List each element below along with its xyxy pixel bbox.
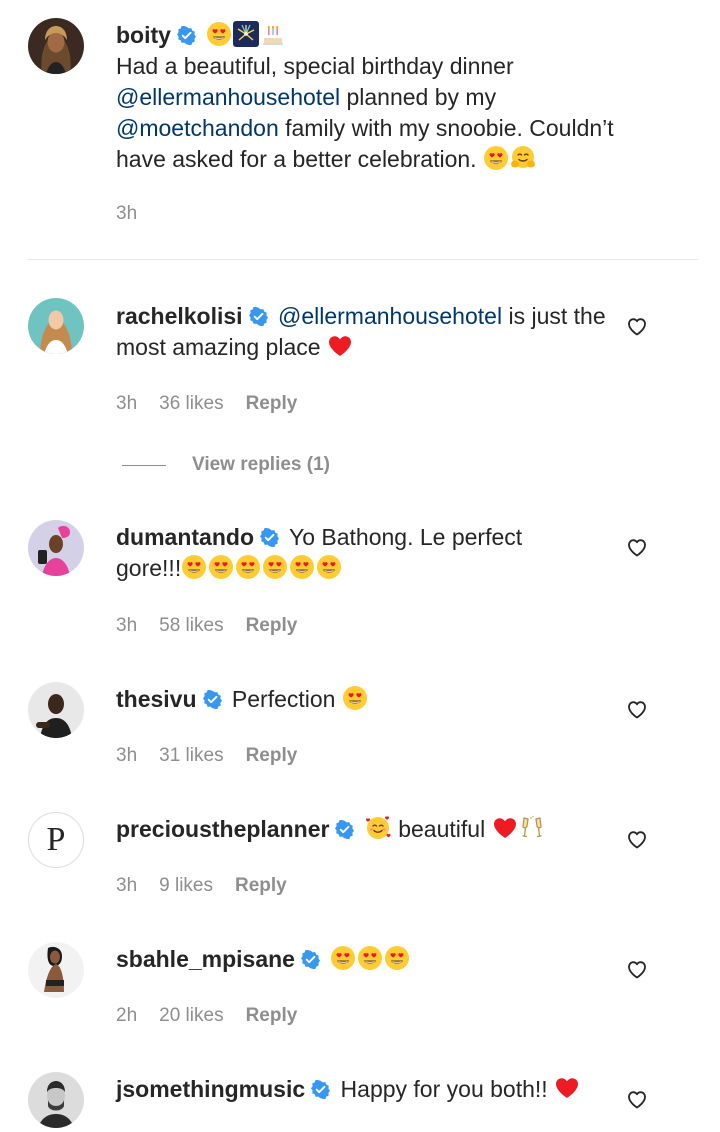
heart-eyes-emoji	[342, 685, 368, 711]
red-heart-emoji	[554, 1075, 580, 1101]
comment-meta: 3h 31 likes Reply	[116, 744, 297, 768]
heart-eyes-emoji	[235, 554, 261, 580]
caption-timestamp: 3h	[116, 203, 138, 224]
view-replies-label: View replies (1)	[192, 454, 330, 475]
view-replies-button[interactable]: View replies (1)	[122, 454, 330, 476]
comment-text: Happy for you both!!	[340, 1076, 555, 1102]
reply-button[interactable]: Reply	[246, 1004, 298, 1028]
comment-thesivu: thesivu Perfection	[116, 684, 656, 715]
comment-jsomethingmusic: jsomethingmusic Happy for you both!!	[116, 1074, 656, 1105]
comment-username[interactable]: thesivu	[116, 686, 197, 712]
comment-text: Perfection	[231, 686, 342, 712]
comment-rachelkolisi: rachelkolisi @ellermanhousehotel is just…	[116, 301, 611, 363]
like-heart-icon[interactable]	[625, 535, 649, 559]
avatar-jsomethingmusic[interactable]	[28, 1072, 84, 1128]
comment-username[interactable]: sbahle_mpisane	[116, 946, 295, 972]
verified-badge-icon	[203, 690, 222, 709]
reply-button[interactable]: Reply	[246, 392, 298, 416]
avatar-precioustheplanner[interactable]: P	[28, 812, 84, 868]
heart-eyes-emoji	[483, 145, 509, 171]
comment-timestamp: 2h	[116, 1005, 138, 1026]
smiling-face-with-hearts-emoji	[365, 815, 391, 841]
profile-photo-icon	[28, 942, 84, 998]
verified-badge-icon	[311, 1080, 330, 1099]
comment-username[interactable]: rachelkolisi	[116, 303, 243, 329]
comment-username[interactable]: jsomethingmusic	[116, 1076, 305, 1102]
caption-divider	[28, 259, 698, 260]
like-heart-icon[interactable]	[625, 697, 649, 721]
verified-badge-icon	[301, 950, 320, 969]
heart-eyes-emoji	[262, 554, 288, 580]
mention-ellermanhousehotel[interactable]: @ellermanhousehotel	[116, 84, 340, 110]
heart-eyes-emoji	[206, 21, 232, 47]
profile-photo-icon	[28, 1072, 84, 1128]
like-heart-icon[interactable]	[625, 314, 649, 338]
like-count[interactable]: 9 likes	[159, 874, 213, 898]
comment-timestamp: 3h	[116, 875, 138, 896]
comment-username[interactable]: dumantando	[116, 524, 254, 550]
caption-meta: 3h	[116, 202, 137, 226]
comment-username[interactable]: precioustheplanner	[116, 816, 329, 842]
verified-badge-icon	[177, 26, 196, 45]
mention-moetchandon[interactable]: @moetchandon	[116, 115, 279, 141]
like-heart-icon[interactable]	[625, 1087, 649, 1111]
comment-timestamp: 3h	[116, 393, 138, 414]
comment-sbahle-mpisane: sbahle_mpisane	[116, 944, 656, 975]
profile-photo-icon	[28, 298, 84, 354]
profile-photo-icon	[28, 682, 84, 738]
heart-eyes-emoji	[384, 945, 410, 971]
avatar-boity[interactable]	[28, 18, 84, 74]
heart-eyes-emoji	[181, 554, 207, 580]
reply-button[interactable]: Reply	[246, 614, 298, 638]
like-count[interactable]: 31 likes	[159, 744, 223, 768]
hugging-face-emoji	[510, 145, 536, 171]
replies-line	[122, 464, 166, 466]
comment-meta: 3h 9 likes Reply	[116, 874, 287, 898]
caption-username[interactable]: boity	[116, 22, 171, 48]
like-heart-icon[interactable]	[625, 827, 649, 851]
profile-photo-icon	[28, 520, 84, 576]
red-heart-emoji	[492, 815, 518, 841]
avatar-rachelkolisi[interactable]	[28, 298, 84, 354]
heart-eyes-emoji	[330, 945, 356, 971]
comment-meta: 3h 58 likes Reply	[116, 614, 297, 638]
champagne-glasses-emoji	[519, 815, 545, 841]
like-count[interactable]: 20 likes	[159, 1004, 223, 1028]
avatar-letter: P	[46, 821, 66, 858]
verified-badge-icon	[249, 307, 268, 326]
avatar-dumantando[interactable]	[28, 520, 84, 576]
comment-dumantando: dumantando Yo Bathong. Le perfect gore!!…	[116, 522, 546, 584]
comment-precioustheplanner: precioustheplanner beautiful	[116, 814, 656, 845]
verified-badge-icon	[260, 528, 279, 547]
profile-photo-icon	[28, 18, 84, 74]
fireworks-emoji	[233, 21, 259, 47]
mention-ellermanhousehotel[interactable]: @ellermanhousehotel	[278, 303, 502, 329]
like-heart-icon[interactable]	[625, 957, 649, 981]
caption-line1: Had a beautiful, special birthday dinner	[116, 53, 514, 79]
reply-button[interactable]: Reply	[235, 874, 287, 898]
comment-text: beautiful	[391, 816, 492, 842]
caption-text: boity Had a beautiful, special birthday …	[116, 20, 656, 175]
heart-eyes-emoji	[357, 945, 383, 971]
heart-eyes-emoji	[208, 554, 234, 580]
heart-eyes-emoji	[289, 554, 315, 580]
reply-button[interactable]: Reply	[246, 744, 298, 768]
caption-text-mid: planned by my	[340, 84, 497, 110]
avatar-thesivu[interactable]	[28, 682, 84, 738]
comment-meta: 3h 36 likes Reply	[116, 392, 297, 416]
heart-eyes-emoji	[316, 554, 342, 580]
comment-timestamp: 3h	[116, 745, 138, 766]
comment-timestamp: 3h	[116, 615, 138, 636]
like-count[interactable]: 36 likes	[159, 392, 223, 416]
red-heart-emoji	[327, 333, 353, 359]
birthday-cake-emoji	[260, 21, 286, 47]
comment-meta: 2h 20 likes Reply	[116, 1004, 297, 1028]
avatar-sbahle-mpisane[interactable]	[28, 942, 84, 998]
verified-badge-icon	[335, 820, 354, 839]
like-count[interactable]: 58 likes	[159, 614, 223, 638]
